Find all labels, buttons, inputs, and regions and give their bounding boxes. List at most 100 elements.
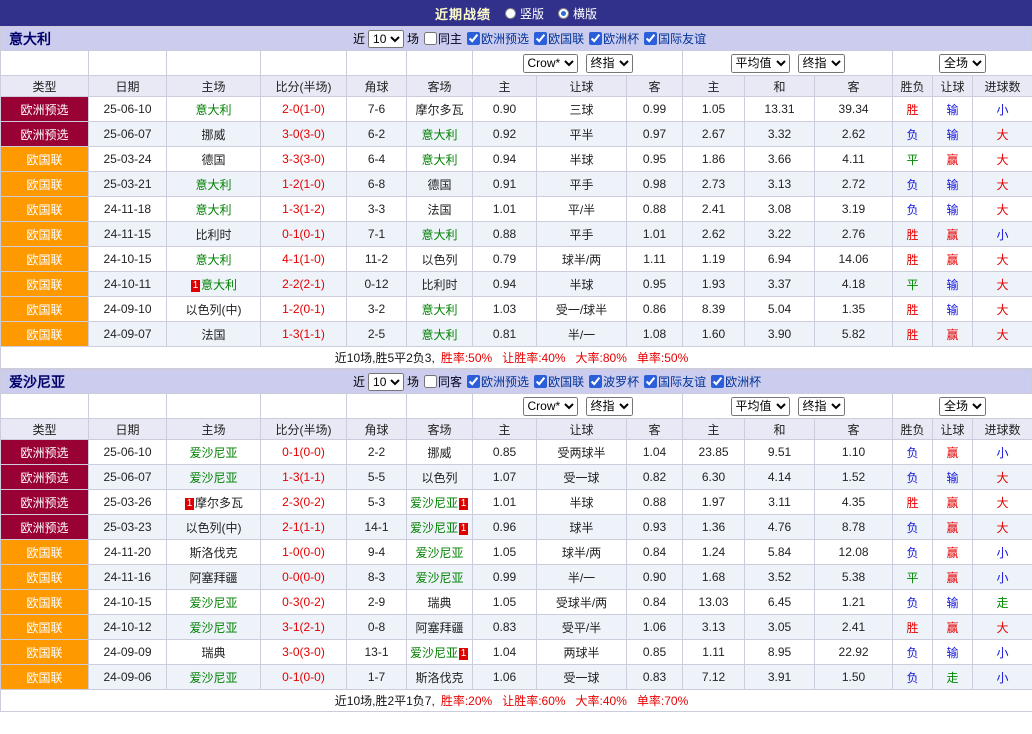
column-header: 主	[683, 76, 745, 97]
layout-option-horizontal[interactable]: 横版	[558, 5, 597, 22]
column-header: 比分(半场)	[261, 76, 347, 97]
avg-draw-odds: 6.94	[745, 247, 815, 272]
competition-checkbox-input[interactable]	[534, 375, 547, 388]
column-header: 主	[473, 419, 537, 440]
bookmaker-odds-stage-select[interactable]: 终指	[586, 54, 633, 73]
competition-checkbox-input[interactable]	[589, 32, 602, 45]
bookmaker-odds-group: Crow* 终指	[473, 394, 683, 419]
competition-checkbox[interactable]: 欧洲杯	[711, 373, 761, 390]
competition-checkbox-input[interactable]	[711, 375, 724, 388]
home-team: 意大利	[167, 247, 261, 272]
column-header: 客场	[407, 76, 473, 97]
competition-checkbox[interactable]: 欧洲杯	[589, 30, 639, 47]
competition-checkbox-input[interactable]	[534, 32, 547, 45]
filter-unit-label: 场	[407, 373, 419, 390]
same-venue-checkbox[interactable]: 同主	[424, 30, 462, 47]
handicap-line: 受平/半	[537, 615, 627, 640]
handicap-home-odds: 1.05	[473, 590, 537, 615]
result-handicap: 输	[933, 172, 973, 197]
team-section: 爱沙尼亚近10场同客欧洲预选欧国联波罗杯国际友谊欧洲杯Crow*终指平均值终指全…	[0, 369, 1032, 712]
handicap-home-odds: 0.94	[473, 272, 537, 297]
home-team-name: 挪威	[201, 128, 225, 142]
corners: 7-1	[347, 222, 407, 247]
home-team-name: 比利时	[195, 228, 231, 242]
same-venue-checkbox-input[interactable]	[424, 32, 437, 45]
avg-home-odds: 1.97	[683, 490, 745, 515]
competition-checkbox-input[interactable]	[644, 375, 657, 388]
competition-checkbox[interactable]: 国际友谊	[644, 30, 706, 47]
red-card-badge: 1	[459, 523, 468, 535]
match-date: 25-06-10	[89, 97, 167, 122]
competition-checkbox[interactable]: 欧洲预选	[467, 373, 529, 390]
summary-row: 近10场,胜2平1负7,胜率:20%让胜率:60%大率:40%单率:70%	[1, 690, 1032, 712]
red-card-badge: 1	[459, 498, 468, 510]
result-goals: 小	[973, 565, 1032, 590]
same-venue-checkbox[interactable]: 同客	[424, 373, 462, 390]
result-goals: 大	[973, 465, 1032, 490]
match-row: 欧国联25-03-24德国3-3(3-0)6-4意大利0.94半球0.951.8…	[1, 147, 1032, 172]
filter-unit-label: 场	[407, 30, 419, 47]
average-odds-stage-select[interactable]: 终指	[798, 54, 845, 73]
team-name: 意大利	[1, 29, 353, 49]
result-handicap: 赢	[933, 615, 973, 640]
bookmaker-odds-stage-select[interactable]: 终指	[586, 397, 633, 416]
score: 1-3(1-2)	[261, 197, 347, 222]
competition-checkbox-input[interactable]	[644, 32, 657, 45]
average-odds-stage-select[interactable]: 终指	[798, 397, 845, 416]
competition-checkbox[interactable]: 欧国联	[534, 30, 584, 47]
match-date: 24-09-07	[89, 322, 167, 347]
away-team: 意大利	[407, 147, 473, 172]
result-wdl: 负	[893, 640, 933, 665]
home-team-name: 意大利	[201, 278, 237, 292]
competition-checkbox[interactable]: 国际友谊	[644, 373, 706, 390]
same-venue-checkbox-input[interactable]	[424, 375, 437, 388]
home-team-name: 爱沙尼亚	[189, 596, 237, 610]
match-date: 24-09-09	[89, 640, 167, 665]
handicap-line: 受一/球半	[537, 297, 627, 322]
average-select[interactable]: 平均值	[731, 54, 790, 73]
filter-near-label: 近	[353, 373, 365, 390]
competition-checkbox-input[interactable]	[467, 32, 480, 45]
avg-away-odds: 5.38	[815, 565, 893, 590]
handicap-away-odds: 0.88	[627, 490, 683, 515]
competition-checkbox-input[interactable]	[467, 375, 480, 388]
recent-count-select[interactable]: 10	[368, 373, 404, 391]
result-handicap: 赢	[933, 247, 973, 272]
away-team: 挪威	[407, 440, 473, 465]
home-team: 爱沙尼亚	[167, 440, 261, 465]
home-team: 以色列(中)	[167, 515, 261, 540]
away-team-name: 爱沙尼亚	[410, 496, 458, 510]
home-team-name: 意大利	[195, 103, 231, 117]
avg-home-odds: 8.39	[683, 297, 745, 322]
filter-bar: 近10场同客欧洲预选欧国联波罗杯国际友谊欧洲杯	[353, 373, 761, 391]
match-row: 欧洲预选25-06-10爱沙尼亚0-1(0-0)2-2挪威0.85受两球半1.0…	[1, 440, 1032, 465]
away-team: 意大利	[407, 122, 473, 147]
competition-checkbox[interactable]: 欧国联	[534, 373, 584, 390]
competition-checkbox[interactable]: 欧洲预选	[467, 30, 529, 47]
result-wdl: 负	[893, 122, 933, 147]
competition-checkbox-input[interactable]	[589, 375, 602, 388]
column-header: 主场	[167, 419, 261, 440]
competition-checkbox[interactable]: 波罗杯	[589, 373, 639, 390]
layout-option-vertical[interactable]: 竖版	[505, 5, 544, 22]
match-date: 24-11-16	[89, 565, 167, 590]
corners: 7-6	[347, 97, 407, 122]
bookmaker-select[interactable]: Crow*	[523, 397, 578, 416]
avg-away-odds: 2.76	[815, 222, 893, 247]
scope-select[interactable]: 全场	[939, 54, 986, 73]
handicap-line: 受两球半	[537, 440, 627, 465]
column-header: 让球	[537, 419, 627, 440]
corners: 1-7	[347, 665, 407, 690]
match-date: 24-11-15	[89, 222, 167, 247]
avg-away-odds: 12.08	[815, 540, 893, 565]
avg-draw-odds: 3.90	[745, 322, 815, 347]
radio-label: 竖版	[520, 5, 544, 22]
home-team: 意大利	[167, 97, 261, 122]
average-select[interactable]: 平均值	[731, 397, 790, 416]
home-team: 法国	[167, 322, 261, 347]
recent-count-select[interactable]: 10	[368, 30, 404, 48]
avg-home-odds: 1.36	[683, 515, 745, 540]
bookmaker-select[interactable]: Crow*	[523, 54, 578, 73]
scope-select[interactable]: 全场	[939, 397, 986, 416]
column-header: 客场	[407, 419, 473, 440]
